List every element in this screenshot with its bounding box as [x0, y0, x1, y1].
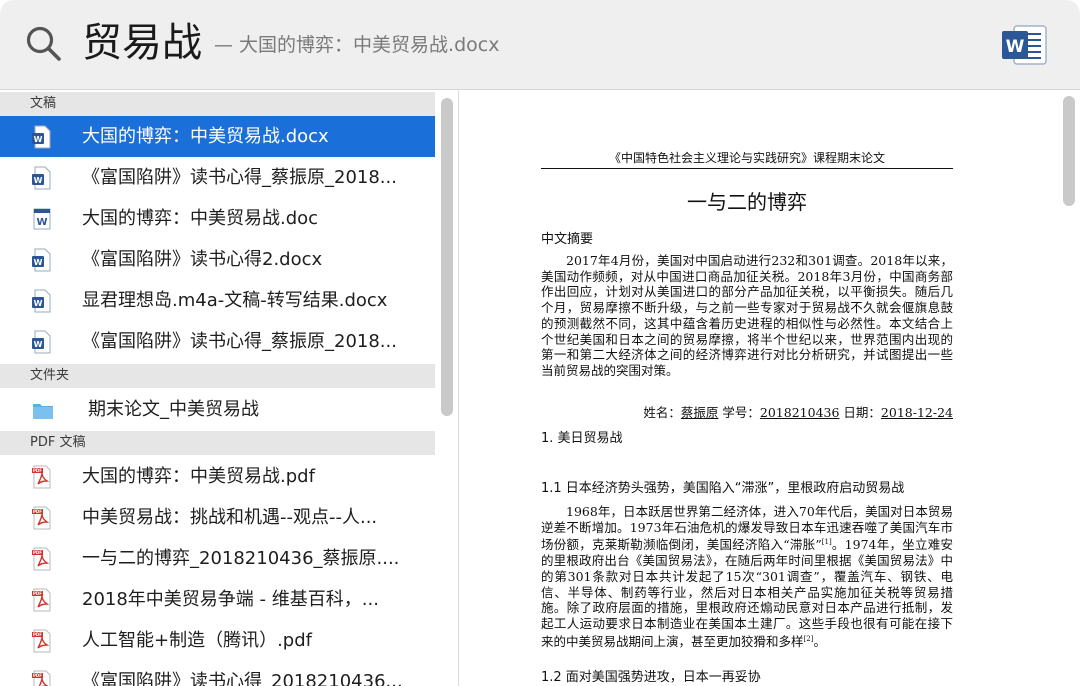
document-title: 一与二的博弈 — [687, 190, 807, 214]
result-label: 《富国陷阱》读书心得_蔡振原_2018... — [82, 167, 397, 188]
result-label: 《富国陷阱》读书心得2.docx — [82, 249, 323, 270]
section-heading-1-1: 1.1 日本经济势头强势，美国陷入“滞涨”，里根政府启动贸易战 — [541, 481, 905, 496]
svg-text:PDF: PDF — [33, 673, 42, 678]
search-bar[interactable]: 贸易战 — 大国的博弈：中美贸易战.docx W — [0, 0, 1080, 90]
paragraph-text-b: 。1974年，坐立难安的里根政府出台《美国贸易法》，在随后两年时间里根据《美国贸… — [541, 537, 953, 649]
result-row[interactable]: PDF 大国的博弈：中美贸易战.pdf — [0, 456, 435, 497]
results-list[interactable]: 文稿 W 大国的博弈：中美贸易战.docx W 《富国陷阱》读书心得_蔡振原_2… — [0, 90, 459, 686]
author-name: 蔡振原 — [680, 405, 719, 420]
svg-text:PDF: PDF — [33, 632, 42, 637]
result-label: 2018年中美贸易争端 - 维基百科，... — [82, 589, 379, 610]
svg-text:W: W — [34, 299, 43, 308]
paragraph-text-c: 。 — [813, 633, 826, 649]
svg-text:W: W — [36, 217, 47, 228]
abstract-heading: 中文摘要 — [541, 232, 594, 247]
result-row[interactable]: W 显君理想岛.m4a-文稿-转写结果.docx — [0, 280, 435, 321]
svg-text:W: W — [34, 258, 43, 267]
result-row[interactable]: PDF 《富国陷阱》读书心得_2018210436... — [0, 661, 435, 686]
result-row[interactable]: PDF 2018年中美贸易争端 - 维基百科，... — [0, 579, 435, 620]
document-header: 《中国特色社会主义理论与实践研究》课程期末论文 — [541, 150, 953, 169]
result-label: 中美贸易战：挑战和机遇--观点--人... — [82, 507, 378, 528]
svg-text:W: W — [34, 176, 43, 185]
result-label: 大国的博弈：中美贸易战.doc — [82, 208, 319, 229]
result-label: 大国的博弈：中美贸易战.pdf — [82, 466, 315, 487]
svg-text:PDF: PDF — [33, 550, 42, 555]
result-row[interactable]: 期末论文_中美贸易战 — [0, 389, 435, 430]
search-subtitle: — 大国的博弈：中美贸易战.docx — [214, 34, 500, 56]
section-paragraph: 1968年，日本跃居世界第二经济体，进入70年代后，美国对日本贸易逆差不断增加。… — [541, 504, 953, 650]
section-heading-1: 1. 美日贸易战 — [541, 431, 623, 446]
name-label: 姓名： — [643, 405, 681, 420]
word-document-icon: W — [33, 208, 51, 230]
preview-scrollbar[interactable] — [1063, 96, 1075, 206]
section-heading-1-2: 1.2 面对美国强势进攻，日本一再妥协 — [541, 670, 761, 685]
result-row[interactable]: W 《富国陷阱》读书心得_蔡振原_2018... — [0, 157, 435, 198]
results-scrollbar[interactable] — [441, 98, 453, 416]
result-label: 《富国陷阱》读书心得_蔡振原_2018... — [82, 331, 397, 352]
result-row[interactable]: W 《富国陷阱》读书心得_蔡振原_2018... — [0, 321, 435, 362]
student-id: 2018210436 — [759, 405, 840, 420]
pdf-document-icon: PDF — [32, 588, 51, 612]
word-document-icon: W — [32, 330, 51, 354]
result-label: 大国的博弈：中美贸易战.docx — [82, 126, 329, 147]
abstract-paragraph: 2017年4月份，美国对中国启动进行232和301调查。2018年以来，美国动作… — [541, 253, 953, 378]
author-meta: 姓名：蔡振原 学号：2018210436 日期：2018-12-24 — [541, 404, 953, 422]
word-document-icon: W — [32, 166, 51, 190]
svg-text:W: W — [34, 340, 43, 349]
section-header-documents: 文稿 — [0, 92, 435, 116]
svg-text:PDF: PDF — [33, 468, 42, 473]
footnote-ref-1: [1] — [821, 538, 832, 547]
pdf-document-icon: PDF — [32, 670, 51, 686]
pdf-document-icon: PDF — [32, 465, 51, 489]
date-label: 日期： — [839, 405, 881, 420]
svg-text:PDF: PDF — [33, 591, 42, 596]
pdf-document-icon: PDF — [32, 629, 51, 653]
result-row[interactable]: W 大国的博弈：中美贸易战.docx — [0, 116, 435, 157]
svg-text:PDF: PDF — [33, 509, 42, 514]
result-label: 《富国陷阱》读书心得_2018210436... — [82, 671, 403, 686]
id-label: 学号： — [718, 405, 760, 420]
result-row[interactable]: PDF 人工智能+制造（腾讯）.pdf — [0, 620, 435, 661]
search-query[interactable]: 贸易战 — [82, 14, 202, 72]
section-header-folders: 文件夹 — [0, 364, 435, 388]
result-row[interactable]: W 《富国陷阱》读书心得2.docx — [0, 239, 435, 280]
result-row[interactable]: W 大国的博弈：中美贸易战.doc — [0, 198, 435, 239]
result-row[interactable]: PDF 一与二的博弈_2018210436_蔡振原.... — [0, 538, 435, 579]
result-row[interactable]: PDF 中美贸易战：挑战和机遇--观点--人... — [0, 497, 435, 538]
word-document-icon: W — [32, 125, 51, 149]
word-app-icon: W — [1002, 25, 1047, 65]
document-date: 2018-12-24 — [880, 405, 953, 420]
search-icon — [26, 26, 61, 61]
word-document-icon: W — [32, 289, 51, 313]
folder-icon — [33, 404, 53, 419]
word-document-icon: W — [32, 248, 51, 272]
svg-text:W: W — [1006, 37, 1025, 57]
result-label: 显君理想岛.m4a-文稿-转写结果.docx — [82, 290, 388, 311]
spotlight-window: 贸易战 — 大国的博弈：中美贸易战.docx W 文稿 W 大国的博弈：中美贸易… — [0, 0, 1080, 686]
pdf-document-icon: PDF — [32, 506, 51, 530]
footnote-ref-2: [2] — [803, 634, 814, 643]
result-label: 一与二的博弈_2018210436_蔡振原.... — [82, 548, 400, 569]
result-label: 人工智能+制造（腾讯）.pdf — [82, 630, 312, 651]
section-header-pdf: PDF 文稿 — [0, 431, 435, 455]
svg-text:W: W — [34, 135, 43, 144]
result-label: 期末论文_中美贸易战 — [88, 399, 259, 420]
pdf-document-icon: PDF — [32, 547, 51, 571]
